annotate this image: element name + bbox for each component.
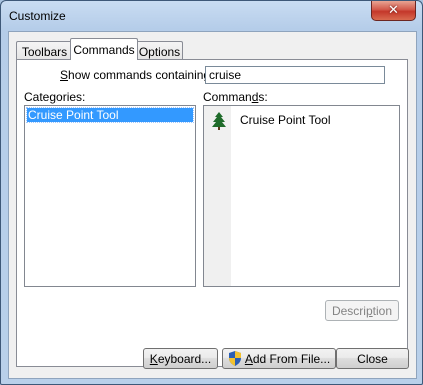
title-bar[interactable]: Customize ✕ <box>1 1 422 31</box>
dialog-client-area: Toolbars Commands Options Show commands … <box>8 31 417 379</box>
tab-toolbars[interactable]: Toolbars <box>16 41 73 61</box>
categories-list[interactable]: Cruise Point Tool <box>24 105 196 287</box>
add-from-file-button[interactable]: Add From File... <box>222 348 336 369</box>
shield-icon <box>228 351 241 366</box>
window-close-button[interactable]: ✕ <box>371 1 416 21</box>
close-button[interactable]: Close <box>336 348 409 369</box>
tree-icon <box>212 112 226 130</box>
list-item[interactable]: Cruise Point Tool <box>26 107 194 123</box>
tab-commands[interactable]: Commands <box>70 38 138 60</box>
dialog-title: Customize <box>9 9 66 23</box>
search-label: Show commands containing: <box>60 68 214 82</box>
icon-gutter <box>204 106 231 286</box>
commands-label: Commands: <box>203 90 268 104</box>
tab-label: Toolbars <box>21 44 68 59</box>
customize-dialog: Customize ✕ Toolbars Commands Options Sh… <box>0 0 423 385</box>
close-icon: ✕ <box>388 3 399 18</box>
keyboard-button[interactable]: Keyboard... <box>143 348 218 369</box>
commands-tab-panel: Show commands containing: Categories: Cr… <box>16 59 408 367</box>
commands-list[interactable]: Cruise Point Tool <box>203 105 400 287</box>
tab-label: Commands <box>73 42 135 57</box>
list-item[interactable]: Cruise Point Tool <box>208 110 395 132</box>
search-input[interactable] <box>205 66 385 84</box>
categories-label: Categories: <box>24 90 86 104</box>
description-button[interactable]: Descri p tion <box>325 300 399 321</box>
tab-label: Options <box>138 44 181 59</box>
tab-options[interactable]: Options <box>136 41 183 61</box>
command-label: Cruise Point Tool <box>240 113 331 127</box>
